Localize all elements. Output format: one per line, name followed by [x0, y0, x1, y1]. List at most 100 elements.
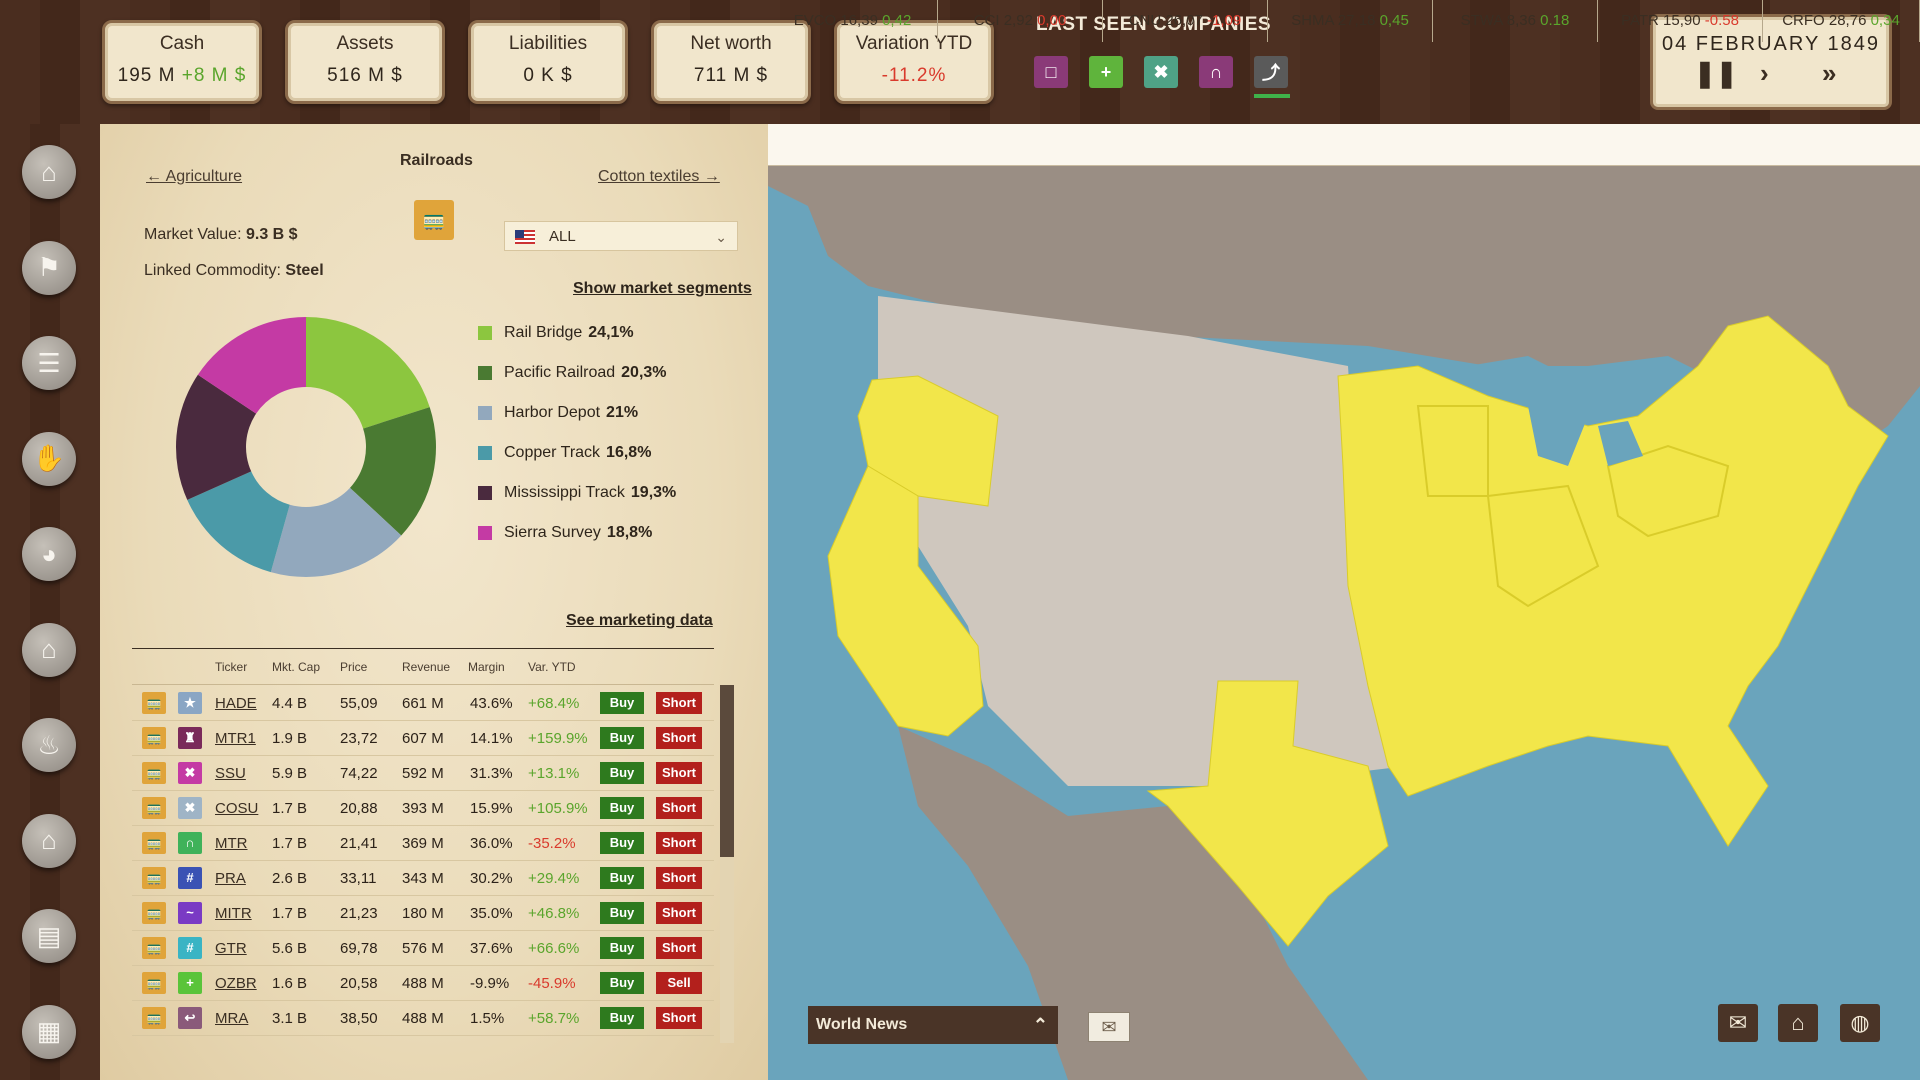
ticker-link[interactable]: PRA: [215, 870, 246, 887]
legend-swatch: [478, 526, 492, 540]
pie-chart-icon[interactable]: ◕: [22, 527, 76, 581]
short-button[interactable]: Short: [656, 1007, 702, 1029]
show-segments-link[interactable]: Show market segments: [573, 280, 752, 298]
market-cap: 1.7 B: [272, 800, 308, 817]
buy-button[interactable]: Buy: [600, 797, 644, 819]
market-value: Market Value: 9.3 B $: [144, 226, 298, 243]
ticker-price: 15,90: [1663, 12, 1701, 29]
table-row[interactable]: 🚃 ~ MITR 1.7 B 21,23 180 M 35.0% +46.8% Buy Short: [132, 896, 714, 931]
sell-button[interactable]: Sell: [656, 972, 702, 994]
arch-logo-icon[interactable]: ∩: [1199, 56, 1233, 88]
hat-icon[interactable]: ⌂: [22, 145, 76, 199]
table-row[interactable]: 🚃 ★ HADE 4.4 B 55,09 661 M 43.6% +68.4% Buy Short: [132, 686, 714, 721]
ticker-item[interactable]: CRFO 28,76 0,34: [1763, 0, 1920, 42]
market-cap: 4.4 B: [272, 695, 308, 712]
table-row[interactable]: 🚃 ∩ MTR 1.7 B 21,41 369 M 36.0% -35.2% Buy Short: [132, 826, 714, 861]
mail-map-icon[interactable]: ✉: [1718, 1004, 1758, 1042]
table-row[interactable]: 🚃 ↩ MRA 3.1 B 38,50 488 M 1.5% +58.7% Buy Short: [132, 1001, 714, 1036]
fast-forward-icon[interactable]: »: [1822, 58, 1836, 89]
market-cap: 1.7 B: [272, 835, 308, 852]
ticker-price: 26,07: [1165, 12, 1203, 29]
buy-button[interactable]: Buy: [600, 727, 644, 749]
ticker-item[interactable]: SHMA 27,18 0,45: [1268, 0, 1433, 42]
document-icon[interactable]: ▤: [22, 909, 76, 963]
ticker-link[interactable]: MTR1: [215, 730, 256, 747]
ticker-link[interactable]: MRA: [215, 1010, 248, 1027]
short-button[interactable]: Short: [656, 867, 702, 889]
table-row[interactable]: 🚃 ✖ SSU 5.9 B 74,22 592 M 31.3% +13.1% Buy Short: [132, 756, 714, 791]
stock-ticker: [768, 124, 1920, 166]
envelope-icon[interactable]: ✉: [1088, 1012, 1130, 1042]
globe-icon[interactable]: ◍: [1840, 1004, 1880, 1042]
short-button[interactable]: Short: [656, 902, 702, 924]
short-button[interactable]: Short: [656, 797, 702, 819]
table-row[interactable]: 🚃 ♜ MTR1 1.9 B 23,72 607 M 14.1% +159.9% Buy Shor…: [132, 721, 714, 756]
table-row[interactable]: 🚃 # GTR 5.6 B 69,78 576 M 37.6% +66.6% Buy Short: [132, 931, 714, 966]
square-logo-icon[interactable]: □: [1034, 56, 1068, 88]
ticker-item[interactable]: STWA 8,36 0.18: [1433, 0, 1598, 42]
plus-logo-icon[interactable]: +: [1089, 56, 1123, 88]
prev-sector-link[interactable]: ← Agriculture: [146, 168, 242, 186]
short-button[interactable]: Short: [656, 727, 702, 749]
railroad-icon: 🚃: [142, 902, 166, 924]
ticker-change: 0,45: [1379, 12, 1409, 29]
newspaper-icon[interactable]: ▦: [22, 1004, 76, 1059]
fire-icon[interactable]: ♨: [22, 718, 76, 772]
cross-logo-icon[interactable]: ✖: [1144, 56, 1178, 88]
col-revenue: Revenue: [402, 660, 451, 674]
ticker-link[interactable]: GTR: [215, 940, 247, 957]
table-row[interactable]: 🚃 + OZBR 1.6 B 20,58 488 M -9.9% -45.9% Buy Sell: [132, 966, 714, 1001]
buy-button[interactable]: Buy: [600, 867, 644, 889]
map-flag-icon[interactable]: ⚑: [22, 240, 76, 295]
short-button[interactable]: Short: [656, 937, 702, 959]
hat-map-icon[interactable]: ⌂: [1778, 1004, 1818, 1042]
legend-percent: 20,3%: [621, 364, 667, 381]
table-scrollbar-thumb[interactable]: [720, 685, 734, 857]
table-row[interactable]: 🚃 ✖ COSU 1.7 B 20,88 393 M 15.9% +105.9% Buy Shor…: [132, 791, 714, 826]
short-button[interactable]: Short: [656, 692, 702, 714]
ticker-link[interactable]: HADE: [215, 695, 257, 712]
handshake-icon[interactable]: ✋: [22, 431, 76, 486]
short-button[interactable]: Short: [656, 832, 702, 854]
var-ytd: -45.9%: [528, 975, 576, 992]
ticker-link[interactable]: SSU: [215, 765, 246, 782]
world-map[interactable]: [768, 166, 1920, 1080]
table-row[interactable]: 🚃 # PRA 2.6 B 33,11 343 M 30.2% +29.4% Buy Short: [132, 861, 714, 896]
buy-button[interactable]: Buy: [600, 902, 644, 924]
legend-label: Sierra Survey: [504, 524, 601, 541]
ticker-link[interactable]: MTR: [215, 835, 248, 852]
margin: -9.9%: [470, 975, 510, 992]
short-button[interactable]: Short: [656, 762, 702, 784]
buy-button[interactable]: Buy: [600, 692, 644, 714]
play-icon[interactable]: ›: [1760, 58, 1769, 89]
hook-logo-icon[interactable]: ⤴: [1254, 56, 1288, 88]
margin: 36.0%: [470, 835, 513, 852]
buy-button[interactable]: Buy: [600, 832, 644, 854]
ticker-link[interactable]: COSU: [215, 800, 258, 817]
legend-item: Harbor Depot 21%: [478, 404, 638, 422]
next-sector-link[interactable]: Cotton textiles →: [598, 168, 720, 186]
legend-label: Mississippi Track: [504, 484, 625, 501]
factory-icon[interactable]: ⌂: [22, 622, 76, 677]
legend-label: Copper Track: [504, 444, 601, 461]
buy-button[interactable]: Buy: [600, 762, 644, 784]
bank-icon[interactable]: ⌂: [22, 813, 76, 868]
ticker-item[interactable]: PATR 15,90 -0.58: [1598, 0, 1763, 42]
buy-button[interactable]: Buy: [600, 937, 644, 959]
region-filter-select[interactable]: ALL ⌄: [504, 221, 738, 251]
revenue: 393 M: [402, 800, 444, 817]
ticker-item[interactable]: CNU 26,07 -1,09: [1103, 0, 1268, 42]
company-logo-icon: ✖: [178, 762, 202, 784]
ticker-link[interactable]: OZBR: [215, 975, 257, 992]
ticker-item[interactable]: EVCO 16,39 0,42: [768, 0, 938, 42]
buy-button[interactable]: Buy: [600, 1007, 644, 1029]
pause-icon[interactable]: ❚❚: [1694, 58, 1738, 89]
ticker-item[interactable]: CCI 2,92 0,00: [938, 0, 1103, 42]
world-news-dropdown[interactable]: World News ⌃: [808, 1006, 1058, 1044]
list-icon[interactable]: ☰: [22, 336, 76, 390]
market-cap: 1.7 B: [272, 905, 308, 922]
ticker-link[interactable]: MITR: [215, 905, 252, 922]
buy-button[interactable]: Buy: [600, 972, 644, 994]
see-marketing-data-link[interactable]: See marketing data: [566, 612, 713, 630]
ticker-symbol: CRFO: [1782, 12, 1825, 29]
